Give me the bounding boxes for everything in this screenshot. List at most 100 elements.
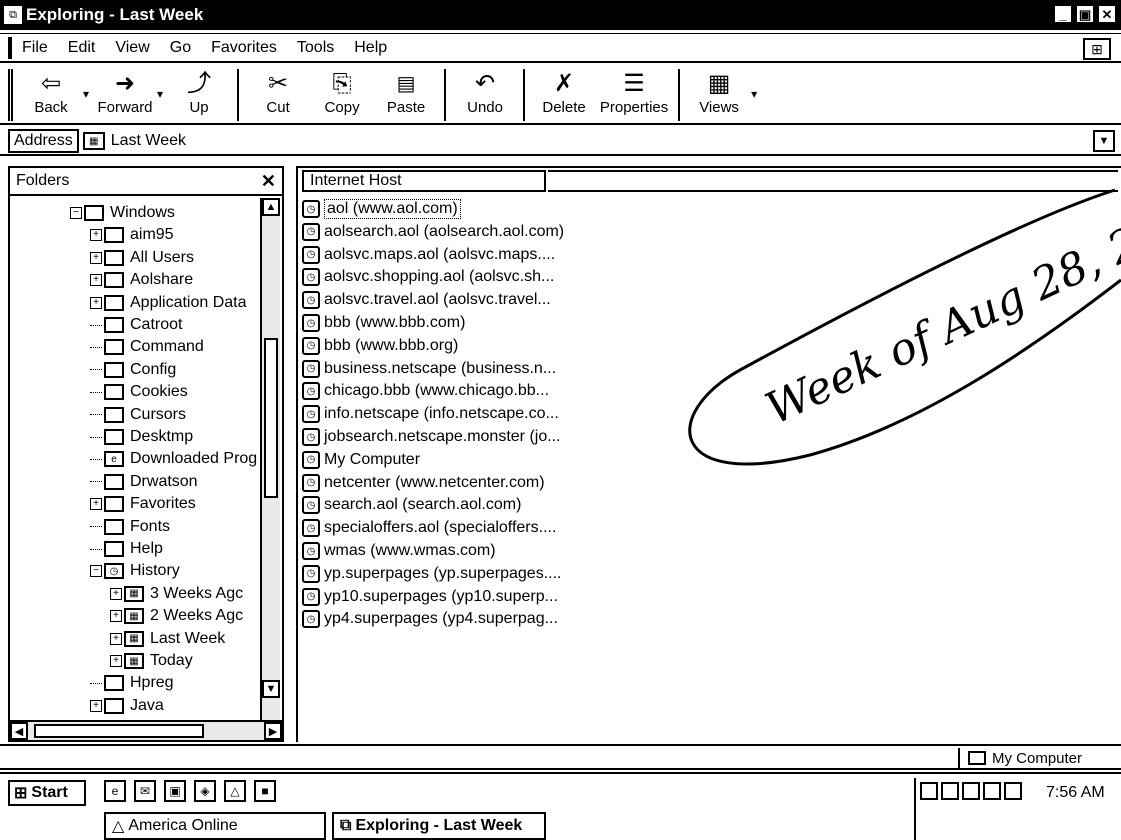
list-item[interactable]: ◷ bbb (www.bbb.org) <box>302 335 458 357</box>
back-dropdown-icon[interactable]: ▾ <box>83 87 89 101</box>
tree-item[interactable]: + Application Data <box>90 292 247 314</box>
aol-icon[interactable]: △ <box>224 780 246 802</box>
tree-item[interactable]: e Downloaded Prog <box>90 448 257 470</box>
tree-item[interactable]: Cookies <box>90 381 188 403</box>
back-button[interactable]: ⇦ Back <box>19 65 83 121</box>
collapse-icon[interactable]: − <box>70 207 82 219</box>
show-desktop-icon[interactable]: ▣ <box>164 780 186 802</box>
title-bar[interactable]: ⧉ Exploring - Last Week _ ▣ ✕ <box>0 0 1121 30</box>
up-button[interactable]: ⤴ Up <box>167 65 231 121</box>
tree-item[interactable]: Hpreg <box>90 672 174 694</box>
views-button[interactable]: ▦ Views <box>687 65 751 121</box>
expand-icon[interactable]: + <box>110 587 122 600</box>
internet-explorer-icon[interactable]: e <box>104 780 126 802</box>
tree-item[interactable]: + ▦ Today <box>110 650 193 672</box>
forward-button[interactable]: ➜ Forward <box>93 65 157 121</box>
tree-item[interactable]: + aim95 <box>90 224 174 246</box>
display-icon[interactable] <box>962 782 980 800</box>
tree-item[interactable]: + Aolshare <box>90 269 193 291</box>
list-item[interactable]: ◷ wmas (www.wmas.com) <box>302 540 496 562</box>
tree-item[interactable]: + Favorites <box>90 493 196 515</box>
tree-item[interactable]: Config <box>90 359 176 381</box>
list-item[interactable]: ◷ yp.superpages (yp.superpages.... <box>302 563 561 585</box>
volume-icon[interactable] <box>1004 782 1022 800</box>
list-item[interactable]: ◷ yp10.superpages (yp10.superp... <box>302 586 558 608</box>
list-item[interactable]: ◷ aolsearch.aol (aolsearch.aol.com) <box>302 221 564 243</box>
app-icon[interactable]: ■ <box>254 780 276 802</box>
list-item[interactable]: ◷ jobsearch.netscape.monster (jo... <box>302 426 561 448</box>
cut-button[interactable]: ✂ Cut <box>246 65 310 121</box>
toolbar-grip[interactable] <box>8 69 13 121</box>
menu-view[interactable]: View <box>115 39 149 57</box>
tree-item[interactable]: Help <box>90 538 163 560</box>
maximize-button[interactable]: ▣ <box>1075 4 1095 24</box>
folders-horizontal-scrollbar[interactable]: ◀ ▶ <box>10 720 282 740</box>
list-item[interactable]: ◷ aolsvc.maps.aol (aolsvc.maps.... <box>302 244 555 266</box>
menu-file[interactable]: File <box>22 39 48 57</box>
scroll-left-icon[interactable]: ◀ <box>10 722 28 740</box>
views-dropdown-icon[interactable]: ▾ <box>751 87 757 101</box>
clock[interactable]: 7:56 AM <box>1046 784 1105 802</box>
folders-vertical-scrollbar[interactable]: ▲ ▼ <box>260 198 280 720</box>
list-item[interactable]: ◷ search.aol (search.aol.com) <box>302 494 521 516</box>
scroll-right-icon[interactable]: ▶ <box>264 722 282 740</box>
menubar-grip[interactable] <box>8 36 12 59</box>
list-item[interactable]: ◷ aolsvc.shopping.aol (aolsvc.sh... <box>302 266 554 288</box>
paste-button[interactable]: ▤ Paste <box>374 65 438 121</box>
list-item[interactable]: ◷ bbb (www.bbb.com) <box>302 312 465 334</box>
expand-icon[interactable]: + <box>90 251 102 264</box>
scroll-down-icon[interactable]: ▼ <box>262 680 280 698</box>
scheduler-icon[interactable] <box>941 782 959 800</box>
delete-button[interactable]: ✗ Delete <box>532 65 596 121</box>
tree-item[interactable]: Drwatson <box>90 471 198 493</box>
list-item[interactable]: ◷ chicago.bbb (www.chicago.bb... <box>302 380 549 402</box>
menu-go[interactable]: Go <box>170 39 191 57</box>
explorer-app-icon[interactable]: ⧉ <box>4 6 22 24</box>
tree-item[interactable]: + ▦ Last Week <box>110 628 225 650</box>
menu-favorites[interactable]: Favorites <box>211 39 277 57</box>
undo-button[interactable]: ↶ Undo <box>453 65 517 121</box>
menu-help[interactable]: Help <box>354 39 387 57</box>
tree-item[interactable]: + ▦ 3 Weeks Agc <box>110 583 243 605</box>
expand-icon[interactable]: + <box>110 610 122 623</box>
tree-item[interactable]: Command <box>90 336 204 358</box>
expand-icon[interactable]: + <box>90 699 102 712</box>
expand-icon[interactable]: + <box>110 655 122 667</box>
expand-icon[interactable]: + <box>110 632 122 645</box>
list-item[interactable]: ◷ business.netscape (business.n... <box>302 358 556 380</box>
scroll-thumb[interactable] <box>264 338 278 498</box>
list-item[interactable]: ◷ netcenter (www.netcenter.com) <box>302 472 545 494</box>
monitor-icon[interactable] <box>983 782 1001 800</box>
list-item[interactable]: ◷ info.netscape (info.netscape.co... <box>302 403 559 425</box>
expand-icon[interactable]: + <box>90 296 102 309</box>
close-button[interactable]: ✕ <box>1097 4 1117 24</box>
collapse-icon[interactable]: − <box>90 565 102 578</box>
channels-icon[interactable]: ◈ <box>194 780 216 802</box>
network-icon[interactable] <box>920 782 938 800</box>
expand-icon[interactable]: + <box>90 498 102 511</box>
close-folders-icon[interactable]: ✕ <box>261 171 276 192</box>
tree-item[interactable]: − ◷ History <box>90 560 180 582</box>
list-item[interactable]: ◷ specialoffers.aol (specialoffers.... <box>302 517 556 539</box>
tree-item[interactable]: Cursors <box>90 404 186 426</box>
properties-button[interactable]: ☰ Properties <box>596 65 672 121</box>
list-item[interactable]: ◷ aolsvc.travel.aol (aolsvc.travel... <box>302 289 551 311</box>
tree-item[interactable]: Catroot <box>90 314 182 336</box>
tree-item[interactable]: Fonts <box>90 516 170 538</box>
list-item[interactable]: ◷ aol (www.aol.com) <box>302 198 461 220</box>
column-header-internet-host[interactable]: Internet Host <box>302 170 546 192</box>
taskbar-button-explorer[interactable]: ⧉ Exploring - Last Week <box>332 812 546 840</box>
tree-item[interactable]: − Windows <box>70 202 175 224</box>
tree-item[interactable]: Desktmp <box>90 426 193 448</box>
expand-icon[interactable]: + <box>90 229 102 242</box>
address-dropdown-icon[interactable]: ▼ <box>1093 130 1115 152</box>
tree-item[interactable]: + Java <box>90 695 164 717</box>
menu-edit[interactable]: Edit <box>68 39 96 57</box>
expand-icon[interactable]: + <box>90 274 102 287</box>
scroll-up-icon[interactable]: ▲ <box>262 198 280 216</box>
outlook-icon[interactable]: ✉ <box>134 780 156 802</box>
taskbar-button-aol[interactable]: △ America Online <box>104 812 326 840</box>
menu-tools[interactable]: Tools <box>297 39 334 57</box>
copy-button[interactable]: ⎘ Copy <box>310 65 374 121</box>
tree-item[interactable]: + ▦ 2 Weeks Agc <box>110 605 243 627</box>
